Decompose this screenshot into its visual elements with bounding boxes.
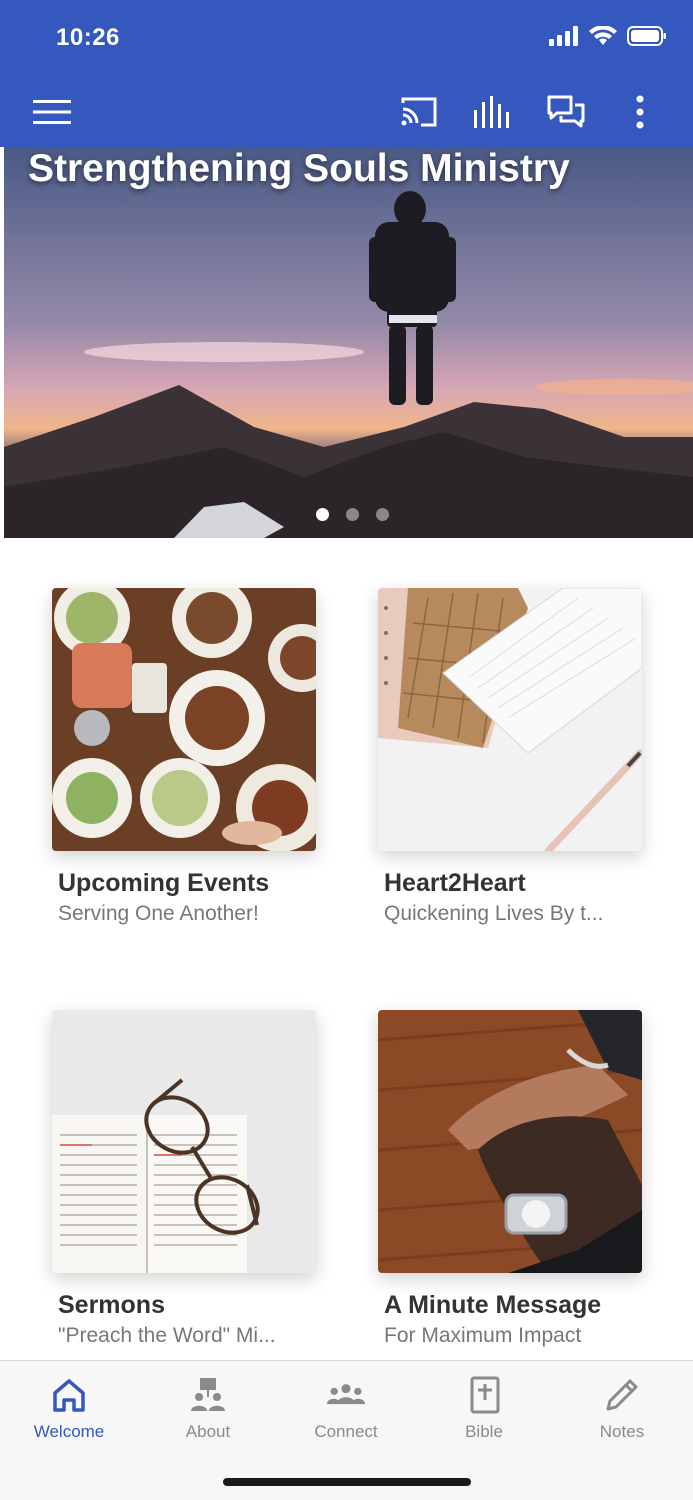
- menu-button[interactable]: [28, 88, 76, 136]
- audio-bars-icon: [474, 96, 509, 128]
- card-sermons[interactable]: Sermons "Preach the Word" Mi...: [52, 1010, 316, 1348]
- hands-watch-photo: [378, 1010, 642, 1273]
- carousel-dot-1[interactable]: [316, 508, 329, 521]
- pencil-icon: [606, 1379, 638, 1411]
- carousel-dot-2[interactable]: [346, 508, 359, 521]
- food-table-photo: [52, 588, 316, 851]
- chat-icon: [547, 95, 585, 128]
- hero-image: [4, 147, 693, 538]
- nav-label: Connect: [314, 1422, 378, 1441]
- cast-button[interactable]: [395, 88, 443, 136]
- card-title: Upcoming Events: [58, 869, 270, 897]
- more-vertical-icon: [636, 95, 644, 129]
- app-header: 10:26: [0, 0, 693, 147]
- nav-label: Bible: [465, 1422, 503, 1441]
- hero-title: Strengthening Souls Ministry: [28, 147, 570, 190]
- card-subtitle: Quickening Lives By t...: [384, 902, 604, 925]
- nav-connect[interactable]: Connect: [277, 1361, 415, 1461]
- card-title: Sermons: [58, 1291, 165, 1319]
- carousel-indicator: [4, 508, 693, 521]
- card-upcoming-events[interactable]: Upcoming Events Serving One Another!: [52, 588, 316, 926]
- battery-icon: [627, 26, 666, 46]
- menu-icon: [33, 100, 71, 124]
- audio-button[interactable]: [468, 88, 516, 136]
- group-icon: [326, 1384, 366, 1405]
- people-icon: [191, 1378, 225, 1411]
- nav-welcome[interactable]: Welcome: [0, 1361, 138, 1461]
- nav-label: About: [185, 1422, 231, 1441]
- card-subtitle: For Maximum Impact: [384, 1324, 582, 1347]
- card-title: A Minute Message: [384, 1291, 602, 1319]
- card-subtitle: "Preach the Word" Mi...: [58, 1324, 276, 1347]
- status-time: 10:26: [56, 24, 120, 51]
- cast-icon: [401, 97, 437, 127]
- carousel-dot-3[interactable]: [376, 508, 389, 521]
- more-button[interactable]: [616, 88, 664, 136]
- nav-label: Notes: [599, 1422, 645, 1441]
- notebook-pen-photo: [378, 588, 642, 851]
- home-icon: [53, 1379, 85, 1412]
- home-indicator[interactable]: [223, 1478, 471, 1486]
- chat-button[interactable]: [542, 88, 590, 136]
- nav-bible[interactable]: Bible: [415, 1361, 553, 1461]
- card-subtitle: Serving One Another!: [58, 902, 259, 925]
- bible-glasses-photo: [52, 1010, 316, 1273]
- card-a-minute-message[interactable]: A Minute Message For Maximum Impact: [378, 1010, 642, 1348]
- card-heart2heart[interactable]: Heart2Heart Quickening Lives By t...: [378, 588, 642, 926]
- card-title: Heart2Heart: [384, 869, 526, 897]
- wifi-icon: [589, 26, 617, 45]
- bible-icon: [470, 1376, 500, 1414]
- nav-notes[interactable]: Notes: [553, 1361, 691, 1461]
- toolbar: [0, 82, 693, 142]
- nav-label: Welcome: [33, 1422, 105, 1441]
- hero-carousel[interactable]: Strengthening Souls Ministry: [4, 147, 693, 538]
- status-icons: [549, 26, 667, 46]
- cellular-signal-icon: [549, 26, 578, 46]
- nav-about[interactable]: About: [139, 1361, 277, 1461]
